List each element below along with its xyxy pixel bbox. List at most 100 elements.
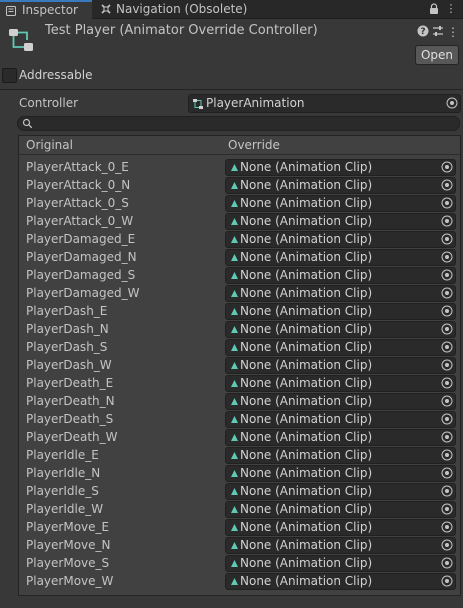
object-picker-icon[interactable] — [441, 377, 453, 389]
override-clip-field[interactable]: None (Animation Clip) — [225, 555, 456, 572]
object-picker-icon[interactable] — [441, 539, 453, 551]
override-clip-field[interactable]: None (Animation Clip) — [225, 177, 456, 194]
object-picker-icon[interactable] — [441, 251, 453, 263]
object-picker-icon[interactable] — [441, 323, 453, 335]
override-row: PlayerMove_W None (Animation Clip) — [19, 572, 460, 590]
override-row: PlayerDeath_N None (Animation Clip) — [19, 392, 460, 410]
override-clip-field[interactable]: None (Animation Clip) — [225, 465, 456, 482]
override-clip-field[interactable]: None (Animation Clip) — [225, 573, 456, 590]
original-clip-name: PlayerDash_E — [26, 304, 108, 318]
object-picker-icon[interactable] — [441, 197, 453, 209]
object-picker-icon[interactable] — [446, 97, 458, 109]
object-picker-icon[interactable] — [441, 575, 453, 587]
original-clip-name: PlayerDash_S — [26, 340, 108, 354]
original-clip-name: PlayerIdle_S — [26, 484, 99, 498]
object-picker-icon[interactable] — [441, 467, 453, 479]
override-clip-field[interactable]: None (Animation Clip) — [225, 303, 456, 320]
object-picker-icon[interactable] — [441, 233, 453, 245]
open-button[interactable]: Open — [415, 45, 459, 65]
override-clip-value: None (Animation Clip) — [240, 304, 373, 318]
override-clip-field[interactable]: None (Animation Clip) — [225, 393, 456, 410]
override-clip-field[interactable]: None (Animation Clip) — [225, 537, 456, 554]
addressable-label: Addressable — [19, 68, 93, 82]
override-clip-value: None (Animation Clip) — [240, 538, 373, 552]
override-clip-field[interactable]: None (Animation Clip) — [225, 519, 456, 536]
object-picker-icon[interactable] — [441, 215, 453, 227]
object-picker-icon[interactable] — [441, 269, 453, 281]
object-picker-icon[interactable] — [441, 359, 453, 371]
object-picker-icon[interactable] — [441, 305, 453, 317]
override-clip-value: None (Animation Clip) — [240, 466, 373, 480]
override-row: PlayerDeath_W None (Animation Clip) — [19, 428, 460, 446]
animation-clip-icon — [231, 380, 238, 387]
original-clip-name: PlayerIdle_W — [26, 502, 104, 516]
original-clip-name: PlayerDamaged_S — [26, 268, 136, 282]
object-picker-icon[interactable] — [441, 161, 453, 173]
search-field[interactable] — [17, 116, 460, 131]
animator-override-controller-icon — [9, 29, 33, 51]
tab-inspector[interactable]: Inspector — [0, 0, 92, 19]
object-picker-icon[interactable] — [441, 449, 453, 461]
override-clip-field[interactable]: None (Animation Clip) — [225, 357, 456, 374]
object-picker-icon[interactable] — [441, 431, 453, 443]
override-row: PlayerIdle_E None (Animation Clip) — [19, 446, 460, 464]
override-clip-value: None (Animation Clip) — [240, 340, 373, 354]
override-clip-field[interactable]: None (Animation Clip) — [225, 339, 456, 356]
override-clip-value: None (Animation Clip) — [240, 502, 373, 516]
animation-clip-icon — [231, 542, 238, 549]
override-clip-value: None (Animation Clip) — [240, 268, 373, 282]
override-clip-field[interactable]: None (Animation Clip) — [225, 249, 456, 266]
object-picker-icon[interactable] — [441, 341, 453, 353]
override-row: PlayerDamaged_N None (Animation Clip) — [19, 248, 460, 266]
override-clip-field[interactable]: None (Animation Clip) — [225, 483, 456, 500]
override-clip-value: None (Animation Clip) — [240, 574, 373, 588]
override-row: PlayerDeath_S None (Animation Clip) — [19, 410, 460, 428]
override-clip-field[interactable]: None (Animation Clip) — [225, 375, 456, 392]
override-clip-field[interactable]: None (Animation Clip) — [225, 447, 456, 464]
original-clip-name: PlayerDamaged_N — [26, 250, 137, 264]
object-picker-icon[interactable] — [441, 395, 453, 407]
override-clip-value: None (Animation Clip) — [240, 520, 373, 534]
original-clip-name: PlayerDash_W — [26, 358, 112, 372]
override-row: PlayerAttack_0_E None (Animation Clip) — [19, 158, 460, 176]
component-more-options-icon[interactable]: ⋮ — [446, 25, 460, 39]
object-picker-icon[interactable] — [441, 287, 453, 299]
controller-field[interactable]: PlayerAnimation — [188, 94, 461, 113]
lock-icon[interactable] — [427, 2, 441, 16]
animation-clip-icon — [231, 290, 238, 297]
controller-label: Controller — [19, 96, 79, 110]
override-row: PlayerAttack_0_N None (Animation Clip) — [19, 176, 460, 194]
override-clip-value: None (Animation Clip) — [240, 322, 373, 336]
object-picker-icon[interactable] — [441, 413, 453, 425]
override-clip-field[interactable]: None (Animation Clip) — [225, 321, 456, 338]
override-row: PlayerDash_N None (Animation Clip) — [19, 320, 460, 338]
tab-navigation[interactable]: Navigation (Obsolete) — [99, 0, 289, 18]
animation-clip-icon — [231, 254, 238, 261]
override-clip-field[interactable]: None (Animation Clip) — [225, 213, 456, 230]
override-clip-value: None (Animation Clip) — [240, 394, 373, 408]
override-clip-field[interactable]: None (Animation Clip) — [225, 501, 456, 518]
override-clip-value: None (Animation Clip) — [240, 286, 373, 300]
object-picker-icon[interactable] — [441, 557, 453, 569]
animation-clip-icon — [231, 272, 238, 279]
addressable-checkbox[interactable] — [2, 68, 17, 83]
object-picker-icon[interactable] — [441, 179, 453, 191]
object-picker-icon[interactable] — [441, 521, 453, 533]
animator-controller-icon — [193, 99, 203, 109]
tab-inspector-label: Inspector — [22, 3, 78, 17]
override-clip-field[interactable]: None (Animation Clip) — [225, 159, 456, 176]
override-clip-field[interactable]: None (Animation Clip) — [225, 195, 456, 212]
more-options-icon[interactable]: ⋮ — [444, 2, 458, 16]
object-picker-icon[interactable] — [441, 485, 453, 497]
original-clip-name: PlayerDeath_E — [26, 376, 114, 390]
override-clip-field[interactable]: None (Animation Clip) — [225, 231, 456, 248]
override-clip-field[interactable]: None (Animation Clip) — [225, 411, 456, 428]
preset-icon[interactable] — [431, 25, 445, 39]
help-icon[interactable]: ? — [416, 25, 430, 39]
override-clip-field[interactable]: None (Animation Clip) — [225, 267, 456, 284]
override-clip-field[interactable]: None (Animation Clip) — [225, 285, 456, 302]
override-clip-field[interactable]: None (Animation Clip) — [225, 429, 456, 446]
object-picker-icon[interactable] — [441, 503, 453, 515]
navigation-icon — [101, 4, 111, 14]
original-clip-name: PlayerAttack_0_W — [26, 214, 134, 228]
